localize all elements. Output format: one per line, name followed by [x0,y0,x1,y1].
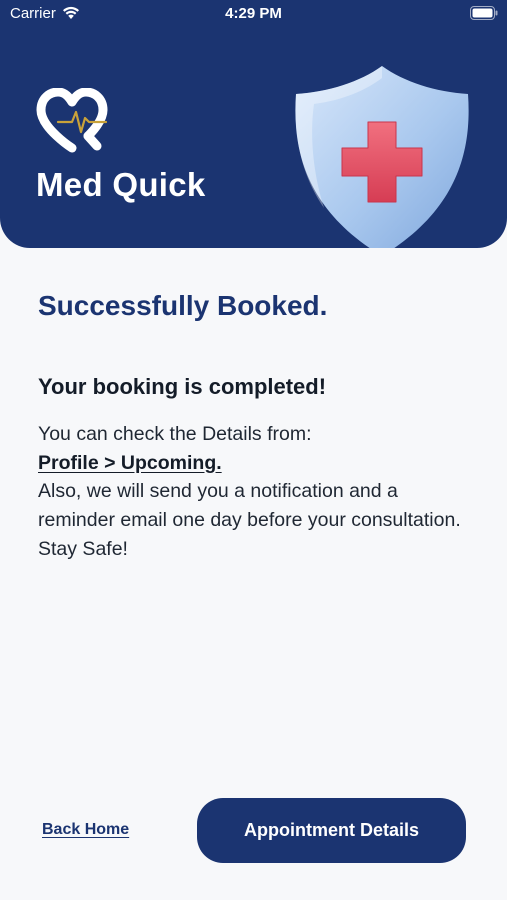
app-logo-text: Med Quick [36,166,206,203]
status-bar: Carrier 4:29 PM [0,0,507,28]
header-banner: Carrier 4:29 PM Med Quick [0,0,507,248]
status-time: 4:29 PM [225,5,282,22]
heart-pulse-logo-icon [36,88,108,153]
stay-safe-text: Stay Safe! [38,537,128,560]
shield-plus-icon [295,66,469,248]
booking-confirmation: Successfully Booked. Your booking is com… [38,290,478,564]
back-home-link[interactable]: Back Home [42,821,129,839]
notification-note: Also, we will send you a notification an… [38,480,461,532]
confirmation-message: You can check the Details from: Profile … [38,420,478,564]
page-title: Successfully Booked. [38,290,328,321]
battery-icon [470,6,498,20]
profile-upcoming-link[interactable]: Profile > Upcoming. [38,449,222,478]
completed-heading: Your booking is completed! [38,374,327,399]
details-hint: You can check the Details from: [38,423,312,445]
appointment-details-button[interactable]: Appointment Details [197,798,466,863]
